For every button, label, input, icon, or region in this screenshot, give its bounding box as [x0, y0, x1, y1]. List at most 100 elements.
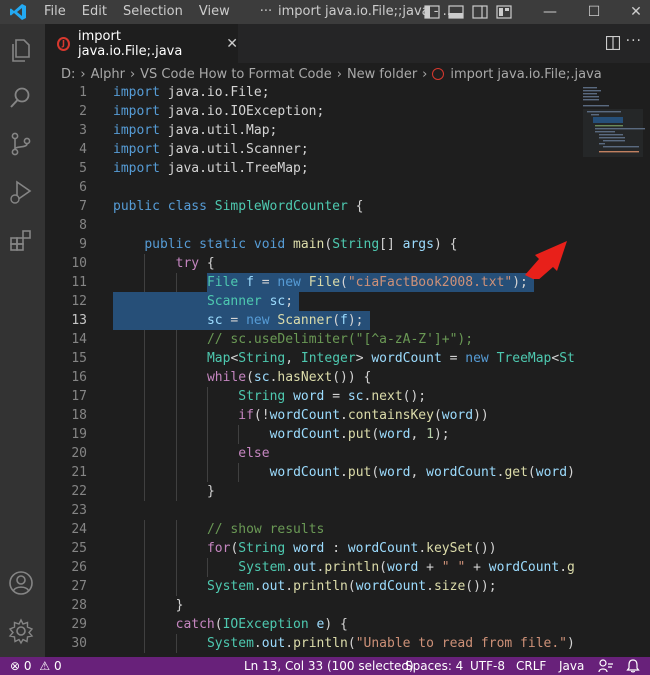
code-line[interactable]: 15 Map<String, Integer> wordCount = new T…	[45, 349, 575, 368]
menu-edit[interactable]: Edit	[74, 0, 115, 24]
problems-indicator[interactable]: ⊗ 0 ⚠ 0	[10, 657, 62, 675]
cursor-position[interactable]: Ln 13, Col 33 (100 selected)	[244, 657, 414, 675]
breadcrumb-item[interactable]: import java.io.File;.java	[450, 67, 601, 82]
extensions-icon[interactable]	[7, 227, 35, 255]
code-token: out	[261, 636, 286, 651]
language-mode[interactable]: Java	[559, 657, 584, 675]
menu-selection[interactable]: Selection	[115, 0, 191, 24]
code-line[interactable]: 23	[45, 501, 575, 520]
code-token: new	[246, 313, 270, 328]
notifications-bell-icon[interactable]	[626, 659, 640, 673]
feedback-icon[interactable]	[598, 659, 614, 673]
code-token: import	[113, 85, 160, 100]
code-token: :	[324, 541, 348, 556]
tab-close-button[interactable]: ✕	[226, 36, 238, 52]
breadcrumb-item[interactable]: D:	[61, 67, 75, 82]
code-line[interactable]: 7 public class SimpleWordCounter {	[45, 197, 575, 216]
customize-layout-icon[interactable]	[496, 4, 512, 20]
explorer-icon[interactable]	[7, 36, 35, 64]
code-line[interactable]: 18 if(!wordCount.containsKey(word))	[45, 406, 575, 425]
code-line[interactable]: 29 catch(IOException e) {	[45, 615, 575, 634]
code-token: word	[387, 560, 419, 575]
code-line[interactable]: 14 // sc.useDelimiter("[^a-zA-Z']+");	[45, 330, 575, 349]
code-line[interactable]: 3 import java.util.Map;	[45, 121, 575, 140]
code-line[interactable]: 26 System.out.println(word + " " + wordCo…	[45, 558, 575, 577]
code-token: ());	[465, 579, 497, 594]
code-token: java.io.File;	[159, 85, 270, 100]
code-line[interactable]: 17 String word = sc.next();	[45, 387, 575, 406]
code-line[interactable]: 5 import java.util.TreeMap;	[45, 159, 575, 178]
code-line[interactable]: 9 public static void main(String[] args) …	[45, 235, 575, 254]
code-token: out	[293, 560, 317, 575]
tab-import-java-io-file[interactable]: J import java.io.File;.java ✕	[45, 24, 238, 63]
code-line[interactable]: 28}	[45, 596, 575, 615]
code-text: }	[207, 482, 215, 501]
code-editor[interactable]: 1 import java.io.File; 2 import java.io.IOE…	[45, 85, 575, 657]
code-line[interactable]: 19 wordCount.put(word, 1);	[45, 425, 575, 444]
close-window-button[interactable]: ✕	[624, 0, 648, 24]
code-line[interactable]: 20 else	[45, 444, 575, 463]
breadcrumb-item[interactable]: New folder	[347, 67, 417, 82]
code-line[interactable]: 11 File f = new File("ciaFactBook2008.txt…	[45, 273, 575, 292]
breadcrumb-item[interactable]: VS Code How to Format Code	[140, 67, 332, 82]
code-line[interactable]: 4 import java.util.Scanner;	[45, 140, 575, 159]
code-token: ))	[473, 408, 489, 423]
indent-guide	[175, 463, 177, 482]
indent-guide	[144, 444, 146, 463]
code-line[interactable]: 27 System.out.println(wordCount.size());	[45, 577, 575, 596]
source-control-icon[interactable]	[7, 130, 35, 158]
code-line[interactable]: 10 try {	[45, 254, 575, 273]
indent-guide	[175, 349, 177, 368]
code-token: (!	[253, 408, 270, 423]
code-token: ) {	[324, 617, 348, 632]
code-line[interactable]: 16 while(sc.hasNext()) {	[45, 368, 575, 387]
indentation-setting[interactable]: Spaces: 4	[405, 657, 463, 675]
toggle-sidebar-icon[interactable]	[424, 4, 440, 20]
toggle-secondary-sidebar-icon[interactable]	[472, 4, 488, 20]
account-icon[interactable]	[7, 569, 35, 597]
indent-guide	[238, 425, 240, 444]
code-line[interactable]: 8	[45, 216, 575, 235]
code-token: while	[206, 370, 247, 385]
indent-guide	[175, 425, 177, 444]
code-line[interactable]: 21 wordCount.put(word, wordCount.get(word…	[45, 463, 575, 482]
settings-gear-icon[interactable]	[7, 617, 35, 645]
code-token: word	[293, 389, 325, 404]
menu-more[interactable]: ···	[252, 0, 280, 24]
code-line[interactable]: 24 // show results	[45, 520, 575, 539]
code-text: System.out.println(word + " " + wordCoun…	[238, 558, 575, 577]
code-token: for	[206, 541, 231, 556]
maximize-button[interactable]: ☐	[582, 0, 606, 24]
search-icon[interactable]	[7, 84, 35, 112]
indent-guide	[144, 634, 146, 653]
encoding-setting[interactable]: UTF-8	[470, 657, 505, 675]
indent-guide	[175, 558, 177, 577]
code-line[interactable]: 22}	[45, 482, 575, 501]
code-line[interactable]: 13 sc = new Scanner(f);	[45, 311, 575, 330]
code-line[interactable]: 2 import java.io.IOException;	[45, 102, 575, 121]
split-editor-icon[interactable]	[606, 36, 620, 50]
menu-view[interactable]: View	[191, 0, 238, 24]
eol-setting[interactable]: CRLF	[516, 657, 546, 675]
code-text: // show results	[207, 520, 324, 539]
chevron-right-icon: ›	[129, 66, 136, 82]
code-line[interactable]: 6	[45, 178, 575, 197]
toggle-panel-icon[interactable]	[448, 4, 464, 20]
minimap[interactable]	[575, 85, 650, 657]
breadcrumb-item[interactable]: Alphr	[91, 67, 125, 82]
line-number: 12	[71, 294, 87, 309]
indent-guide	[144, 425, 146, 444]
code-token: ,	[410, 465, 427, 480]
minimize-button[interactable]: —	[538, 0, 562, 24]
code-line[interactable]: 1 import java.io.File;	[45, 85, 575, 102]
run-debug-icon[interactable]	[7, 178, 35, 206]
chevron-right-icon: ›	[422, 66, 428, 82]
code-line[interactable]: 30 System.out.println("Unable to read fro…	[45, 634, 575, 653]
code-token: ())	[473, 541, 497, 556]
code-line[interactable]: 12 Scanner sc;	[45, 292, 575, 311]
more-actions-button[interactable]: ···	[626, 33, 642, 49]
menu-file[interactable]: File	[36, 0, 74, 24]
code-line[interactable]: 25 for(String word : wordCount.keySet())	[45, 539, 575, 558]
